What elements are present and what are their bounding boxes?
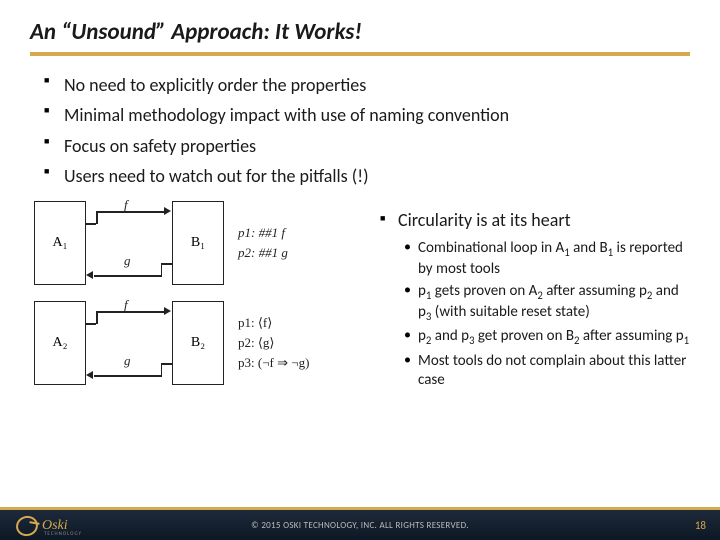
list-item: No need to explicitly order the properti… <box>44 70 690 100</box>
box-a1: A₁ <box>34 201 86 285</box>
list-item: Most tools do not complain about this la… <box>404 350 694 392</box>
arrow-pair-2: f g <box>86 301 172 385</box>
list-item: Users need to watch out for the pitfalls… <box>44 161 690 191</box>
diagram-row-2: A₂ f g B₂ p1: ⟨f⟩ p2: ⟨g⟩ <box>34 301 374 385</box>
logo: Oski TECHNOLOGY <box>16 516 68 536</box>
prop-p1-2: p1: ⟨f⟩ <box>238 313 309 333</box>
logo-mark-icon <box>14 513 40 538</box>
diagram-column: A₁ f g B₁ p1: ##1 f p2: ##1 g <box>34 201 374 401</box>
props-1: p1: ##1 f p2: ##1 g <box>238 223 288 263</box>
slide-title: An “Unsound” Approach: It Works! <box>0 0 720 52</box>
prop-p2-2: p2: ⟨g⟩ <box>238 333 309 353</box>
arrow-label-g: g <box>124 253 131 269</box>
right-column: Circularity is at its heart Combinationa… <box>374 201 694 401</box>
prop-p1-1: p1: ##1 f <box>238 223 288 243</box>
list-item: p1 gets proven on A2 after assuming p2 a… <box>404 280 694 325</box>
props-2: p1: ⟨f⟩ p2: ⟨g⟩ p3: (¬f ⇒ ¬g) <box>238 313 309 373</box>
arrow-label-f: f <box>124 197 128 213</box>
box-b1: B₁ <box>172 201 224 285</box>
right-heading: Circularity is at its heart <box>378 201 694 237</box>
list-item: Focus on safety properties <box>44 131 690 161</box>
arrow-pair-1: f g <box>86 201 172 285</box>
diagram-row-1: A₁ f g B₁ p1: ##1 f p2: ##1 g <box>34 201 374 285</box>
list-item: p2 and p3 get proven on B2 after assumin… <box>404 325 694 349</box>
arrow-label-f2: f <box>124 297 128 313</box>
footer-bar: Oski TECHNOLOGY © 2015 OSKI TECHNOLOGY, … <box>0 510 720 540</box>
middle-content: A₁ f g B₁ p1: ##1 f p2: ##1 g <box>0 191 720 401</box>
copyright-text: © 2015 OSKI TECHNOLOGY, INC. ALL RIGHTS … <box>251 520 469 531</box>
list-item: Combinational loop in A1 and B1 is repor… <box>404 237 694 280</box>
prop-p3-2: p3: (¬f ⇒ ¬g) <box>238 353 309 373</box>
sub-bullet-list: Combinational loop in A1 and B1 is repor… <box>378 237 694 391</box>
box-a2: A₂ <box>34 301 86 385</box>
title-underline <box>30 52 690 56</box>
main-bullet-list: No need to explicitly order the properti… <box>0 70 720 191</box>
box-b2: B₂ <box>172 301 224 385</box>
arrow-label-g2: g <box>124 353 131 369</box>
page-number: 18 <box>695 519 706 532</box>
prop-p2-1: p2: ##1 g <box>238 243 288 263</box>
logo-subtext: TECHNOLOGY <box>44 531 82 537</box>
list-item: Minimal methodology impact with use of n… <box>44 100 690 130</box>
